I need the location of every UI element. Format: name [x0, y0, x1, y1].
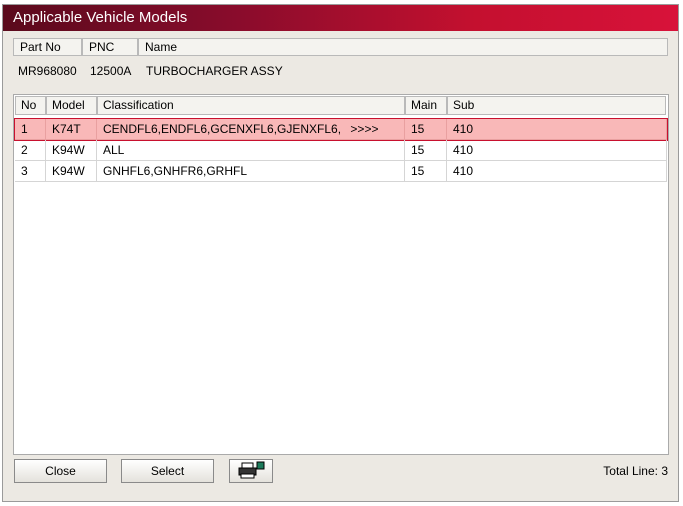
select-button[interactable]: Select	[121, 459, 214, 483]
cell-no: 1	[15, 119, 46, 140]
cell-classification: ALL	[97, 140, 405, 161]
print-button[interactable]	[229, 459, 273, 483]
column-header-classification[interactable]: Classification	[97, 96, 405, 115]
cell-main: 15	[405, 119, 447, 140]
cell-classification: GNHFL6,GNHFR6,GRHFL	[97, 161, 405, 182]
window-title: Applicable Vehicle Models	[13, 9, 188, 26]
header-pnc: PNC	[82, 38, 138, 56]
part-no-value: MR968080	[18, 64, 77, 78]
column-header-main[interactable]: Main	[405, 96, 447, 115]
cell-model: K94W	[46, 161, 97, 182]
cell-sub: 410	[447, 161, 667, 182]
cell-sub: 410	[447, 140, 667, 161]
cell-model: K74T	[46, 119, 97, 140]
title-bar[interactable]: Applicable Vehicle Models	[3, 5, 678, 31]
pnc-value: 12500A	[90, 64, 132, 78]
header-part-no: Part No	[13, 38, 82, 56]
cell-no: 2	[15, 140, 46, 161]
vehicle-model-list[interactable]: No Model Classification Main Sub 1 K74T …	[13, 94, 669, 455]
header-name: Name	[138, 38, 668, 56]
dialog-window: Applicable Vehicle Models Part No PNC Na…	[2, 4, 679, 502]
cell-classification: CENDFL6,ENDFL6,GCENXFL6,GJENXFL6, >>>>	[97, 119, 405, 140]
classification-text: CENDFL6,ENDFL6,GCENXFL6,GJENXFL6,	[103, 122, 342, 136]
printer-icon	[237, 461, 265, 483]
cell-model: K94W	[46, 140, 97, 161]
table-row[interactable]: 1 K74T CENDFL6,ENDFL6,GCENXFL6,GJENXFL6,…	[14, 118, 668, 141]
cell-main: 15	[405, 140, 447, 161]
cell-sub: 410	[447, 119, 667, 140]
cell-no: 3	[15, 161, 46, 182]
table-row[interactable]: 3 K94W GNHFL6,GNHFR6,GRHFL 15 410	[15, 161, 667, 182]
part-name-value: TURBOCHARGER ASSY	[146, 64, 283, 78]
column-header-model[interactable]: Model	[46, 96, 97, 115]
table-row[interactable]: 2 K94W ALL 15 410	[15, 140, 667, 161]
total-line: Total Line: 3	[603, 464, 668, 478]
more-indicator[interactable]: >>>>	[350, 122, 378, 136]
column-header-sub[interactable]: Sub	[447, 96, 666, 115]
column-header-no[interactable]: No	[15, 96, 46, 115]
cell-main: 15	[405, 161, 447, 182]
part-info: Part No PNC Name MR968080 12500A TURBOCH…	[13, 38, 668, 94]
close-button[interactable]: Close	[14, 459, 107, 483]
